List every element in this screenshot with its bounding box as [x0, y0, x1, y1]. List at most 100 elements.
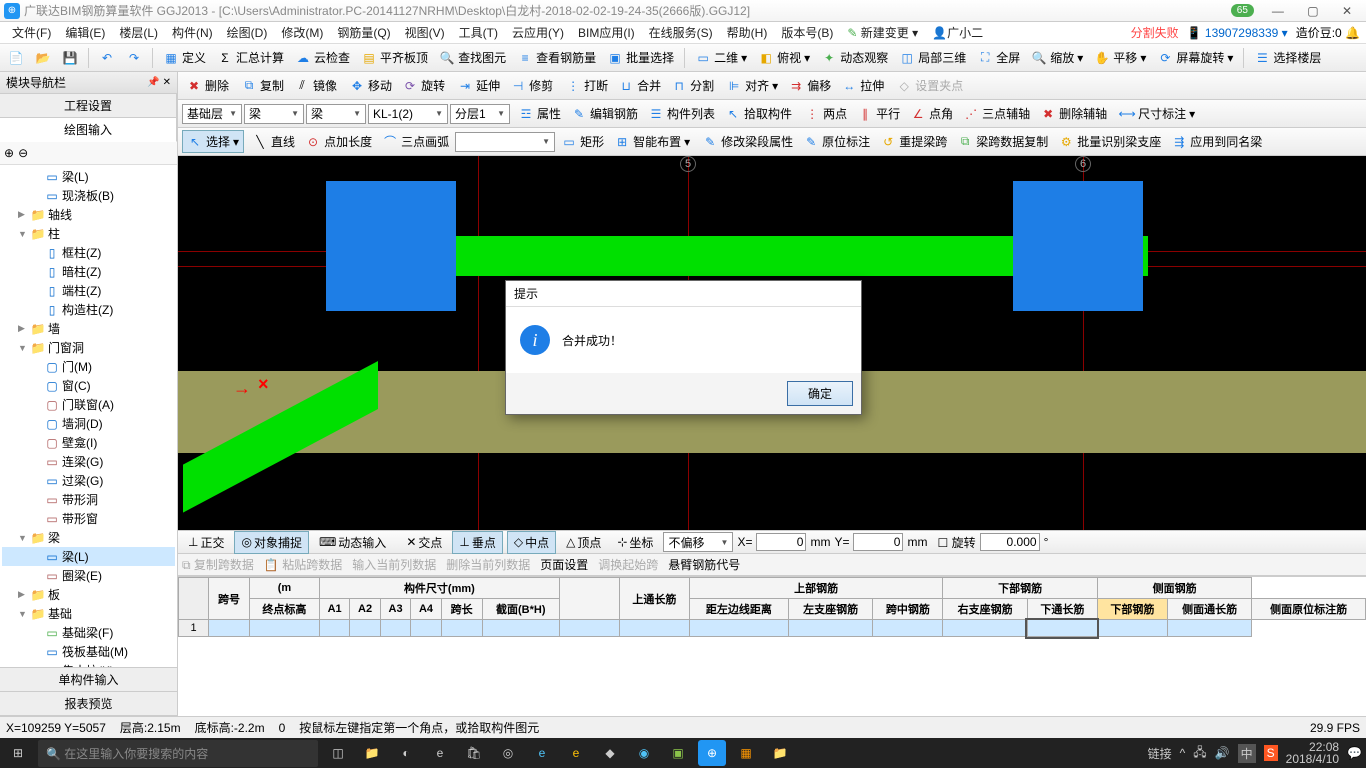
tree-node[interactable]: ▭基础梁(F): [2, 623, 175, 642]
menu-tools[interactable]: 工具(T): [453, 22, 504, 43]
edge-icon[interactable]: e: [426, 740, 454, 766]
menu-modify[interactable]: 修改(M): [275, 22, 329, 43]
mirror-button[interactable]: ⫽镜像: [290, 75, 341, 96]
notify-badge[interactable]: 65: [1231, 4, 1254, 17]
edit-rebar-button[interactable]: ✎编辑钢筋: [567, 103, 642, 124]
ime-icon[interactable]: 中: [1238, 744, 1256, 763]
floor-combo[interactable]: 基础层▼: [182, 104, 242, 124]
int-toggle[interactable]: ✕ 交点: [400, 532, 448, 553]
tree-node[interactable]: ▭带形窗: [2, 509, 175, 528]
vert-toggle[interactable]: △ 顶点: [560, 532, 607, 553]
tree-node[interactable]: ▭连梁(G): [2, 452, 175, 471]
merge-button[interactable]: ⊔合并: [614, 75, 665, 96]
redo-button[interactable]: ↷: [122, 48, 146, 68]
ok-button[interactable]: 确定: [787, 381, 853, 406]
close-button[interactable]: ✕: [1332, 4, 1362, 18]
local3d-button[interactable]: ◫局部三维: [895, 47, 970, 68]
tree-node[interactable]: ▯构造柱(Z): [2, 300, 175, 319]
ggj-icon[interactable]: ⊕: [698, 740, 726, 766]
search-input[interactable]: 🔍 在这里输入你要搜索的内容: [38, 740, 318, 767]
topview-button[interactable]: ◧俯视 ▾: [754, 47, 814, 68]
menu-component[interactable]: 构件(N): [166, 22, 219, 43]
tree-node[interactable]: ▼📁门窗洞: [2, 338, 175, 357]
view-rebar-button[interactable]: ≡查看钢筋量: [513, 47, 600, 68]
ime2-icon[interactable]: S: [1264, 745, 1278, 761]
pin-icon[interactable]: 📌 ✕: [147, 77, 171, 88]
respan-button[interactable]: ↺重提梁跨: [876, 131, 951, 152]
tree-node[interactable]: ▶📁板: [2, 585, 175, 604]
delete-button[interactable]: ✖删除: [182, 75, 233, 96]
user-label[interactable]: 👤广小二: [926, 22, 989, 43]
threepoint-button[interactable]: ⋰三点辅轴: [959, 103, 1034, 124]
tree-node[interactable]: ▯端柱(Z): [2, 281, 175, 300]
pointangle-button[interactable]: ∠点角: [906, 103, 957, 124]
element-combo[interactable]: KL-1(2)▼: [368, 104, 448, 124]
taskview-icon[interactable]: ◫: [324, 740, 352, 766]
tree-node[interactable]: ▢门(M): [2, 357, 175, 376]
batch-support-button[interactable]: ⚙批量识别梁支座: [1054, 131, 1165, 152]
screen-rotate-button[interactable]: ⟳屏幕旋转 ▾: [1153, 47, 1237, 68]
app-icon-7[interactable]: 📁: [766, 740, 794, 766]
tree-node[interactable]: ▢壁龛(I): [2, 433, 175, 452]
spancopy-button[interactable]: ⧉梁跨数据复制: [953, 131, 1052, 152]
y-input[interactable]: [853, 533, 903, 551]
subcat-combo[interactable]: 梁▼: [306, 104, 366, 124]
menu-edit[interactable]: 编辑(E): [59, 22, 111, 43]
stretch-button[interactable]: ↔拉伸: [837, 75, 888, 96]
tab-draw-input[interactable]: 绘图输入: [0, 118, 177, 142]
smart-tool[interactable]: ⊞智能布置 ▾: [610, 131, 694, 152]
arc-combo[interactable]: ▼: [455, 132, 555, 152]
angle-input[interactable]: [980, 533, 1040, 551]
layer-combo[interactable]: 分层1▼: [450, 104, 510, 124]
align-button[interactable]: ⊫对齐 ▾: [722, 75, 782, 96]
menu-rebar[interactable]: 钢筋量(Q): [331, 22, 396, 43]
move-button[interactable]: ✥移动: [345, 75, 396, 96]
menu-online[interactable]: 在线服务(S): [643, 22, 719, 43]
tree-node[interactable]: ▢窗(C): [2, 376, 175, 395]
sum-button[interactable]: Σ汇总计算: [213, 47, 288, 68]
delaux-button[interactable]: ✖删除辅轴: [1036, 103, 1111, 124]
network-icon[interactable]: 🖧: [1193, 743, 1206, 764]
tree-node[interactable]: ▭带形洞: [2, 490, 175, 509]
x-input[interactable]: [756, 533, 806, 551]
maximize-button[interactable]: ▢: [1297, 4, 1328, 18]
2d-button[interactable]: ▭二维 ▾: [691, 47, 751, 68]
zoom-button[interactable]: 🔍缩放 ▾: [1027, 47, 1087, 68]
save-button[interactable]: 💾: [58, 48, 82, 68]
fullscreen-button[interactable]: ⛶全屏: [973, 47, 1024, 68]
pan-button[interactable]: ✋平移 ▾: [1090, 47, 1150, 68]
tree-node[interactable]: ▯框柱(Z): [2, 243, 175, 262]
account-number[interactable]: 📱 13907298339 ▾: [1187, 26, 1288, 40]
tree-node[interactable]: ▭筏板基础(M): [2, 642, 175, 661]
new-change-button[interactable]: ✎ 新建变更 ▾: [841, 22, 924, 43]
app-icon-1[interactable]: ◐: [392, 740, 420, 766]
offset-button[interactable]: ⇉偏移: [784, 75, 835, 96]
app-icon-4[interactable]: ◉: [630, 740, 658, 766]
tree-node[interactable]: ▶📁墙: [2, 319, 175, 338]
tab-single-input[interactable]: 单构件输入: [0, 668, 177, 692]
copy-button[interactable]: ⧉复制: [237, 75, 288, 96]
orbit-button[interactable]: ✦动态观察: [817, 47, 892, 68]
notification-icon[interactable]: 💬: [1347, 746, 1362, 760]
tab-report-preview[interactable]: 报表预览: [0, 692, 177, 716]
collapse-icon[interactable]: ⊖: [18, 146, 28, 160]
tree-node[interactable]: ▼📁基础: [2, 604, 175, 623]
tree-node[interactable]: ▢门联窗(A): [2, 395, 175, 414]
select-tool[interactable]: ↖选择 ▾: [182, 130, 244, 153]
select-floor-button[interactable]: ☰选择楼层: [1250, 47, 1325, 68]
parallel-button[interactable]: ∥平行: [853, 103, 904, 124]
component-tree[interactable]: ▭梁(L)▭现浇板(B)▶📁轴线▼📁柱▯框柱(Z)▯暗柱(Z)▯端柱(Z)▯构造…: [0, 165, 177, 667]
menu-bim[interactable]: BIM应用(I): [572, 22, 641, 43]
menu-view[interactable]: 视图(V): [399, 22, 451, 43]
element-list-button[interactable]: ☰构件列表: [644, 103, 719, 124]
pick-button[interactable]: ↖拾取构件: [721, 103, 796, 124]
cantilever-button[interactable]: 悬臂钢筋代号: [668, 556, 740, 573]
trim-button[interactable]: ⊣修剪: [506, 75, 557, 96]
link-label[interactable]: 链接: [1148, 745, 1172, 762]
page-setup-button[interactable]: 页面设置: [540, 556, 588, 573]
offset-combo[interactable]: 不偏移▼: [663, 532, 733, 552]
batch-select-button[interactable]: ▣批量选择: [603, 47, 678, 68]
inplace-button[interactable]: ✎原位标注: [799, 131, 874, 152]
mid-toggle[interactable]: ◇ 中点: [507, 531, 556, 554]
menu-draw[interactable]: 绘图(D): [221, 22, 274, 43]
